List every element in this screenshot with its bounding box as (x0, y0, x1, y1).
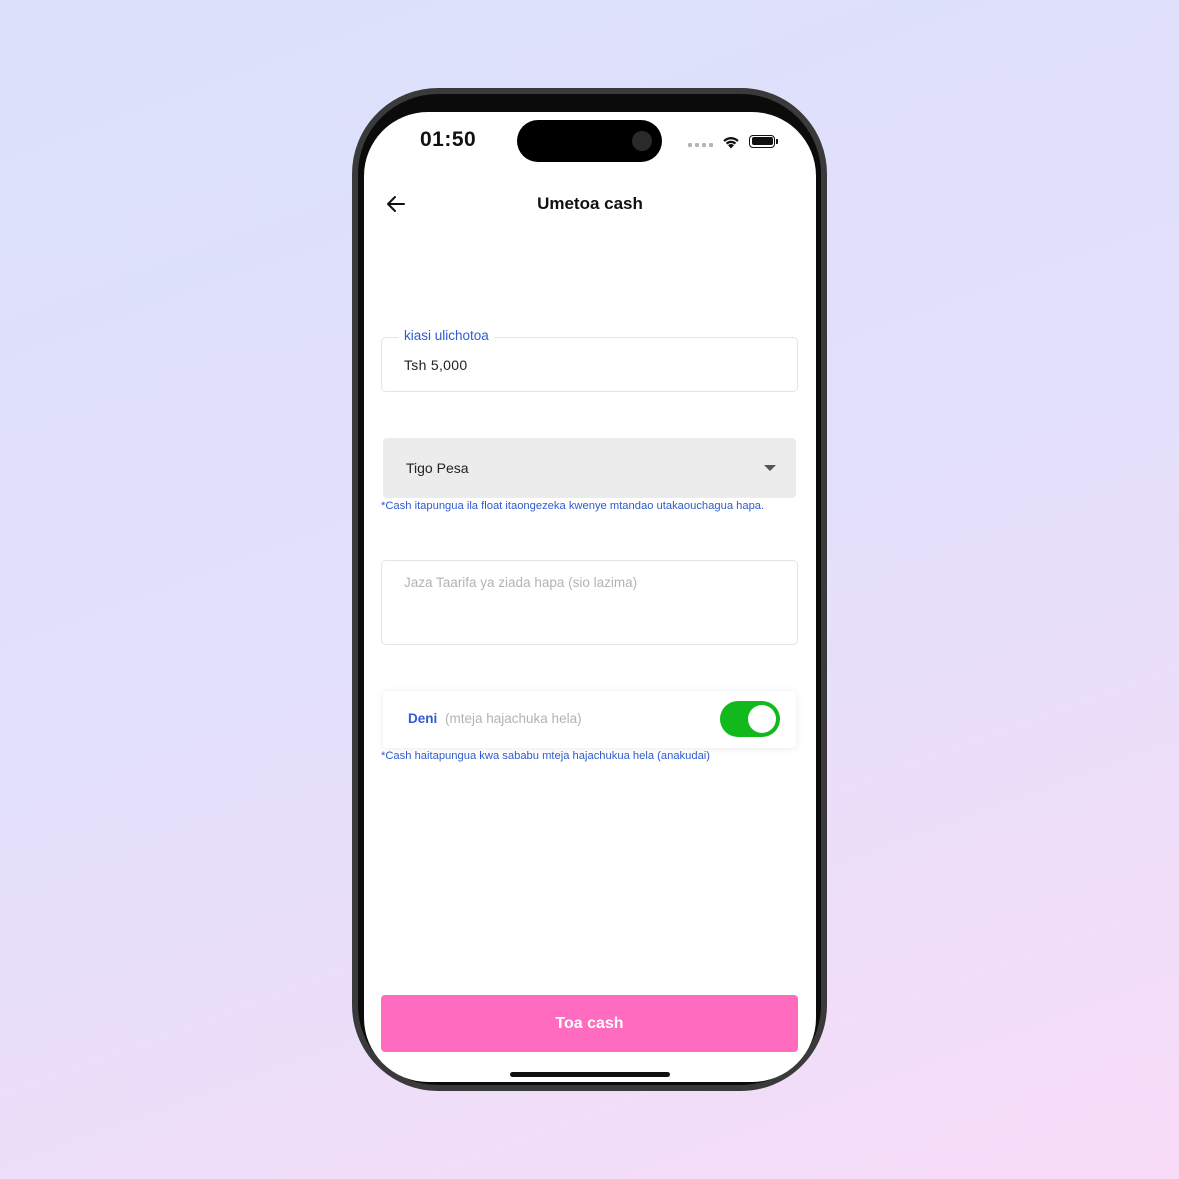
debt-toggle-row: Deni (mteja hajachuka hela) (383, 691, 796, 748)
signal-icon (688, 143, 713, 147)
debt-hint: *Cash haitapungua kwa sababu mteja hajac… (381, 750, 711, 762)
camera-icon (632, 131, 652, 151)
amount-value[interactable]: Tsh 5,000 (404, 357, 467, 373)
network-dropdown[interactable]: Tigo Pesa (383, 438, 796, 498)
toa-cash-button[interactable]: Toa cash (381, 995, 798, 1052)
status-time: 01:50 (420, 128, 477, 151)
amount-input[interactable]: kiasi ulichotoa Tsh 5,000 (381, 328, 798, 392)
debt-label: Deni (408, 711, 438, 726)
status-icons (688, 132, 778, 150)
dynamic-island (517, 120, 662, 162)
network-hint: *Cash itapungua ila float itaongezeka kw… (381, 500, 765, 512)
home-indicator (510, 1072, 670, 1077)
chevron-down-icon (764, 465, 776, 471)
battery-icon (749, 134, 778, 148)
app-screen: 01:50 Umetoa cash kiasi ulichotoa Tsh 5,… (364, 112, 816, 1082)
debt-sublabel: (mteja hajachuka hela) (445, 711, 582, 726)
amount-label: kiasi ulichotoa (399, 328, 494, 343)
notes-placeholder: Jaza Taarifa ya ziada hapa (sio lazima) (404, 575, 638, 590)
page-title: Umetoa cash (537, 194, 643, 213)
wifi-icon (723, 137, 739, 149)
toggle-knob (748, 705, 776, 733)
network-selected-value: Tigo Pesa (406, 460, 469, 476)
debt-toggle-switch[interactable] (720, 701, 780, 737)
notes-textarea[interactable]: Jaza Taarifa ya ziada hapa (sio lazima) (381, 560, 798, 645)
